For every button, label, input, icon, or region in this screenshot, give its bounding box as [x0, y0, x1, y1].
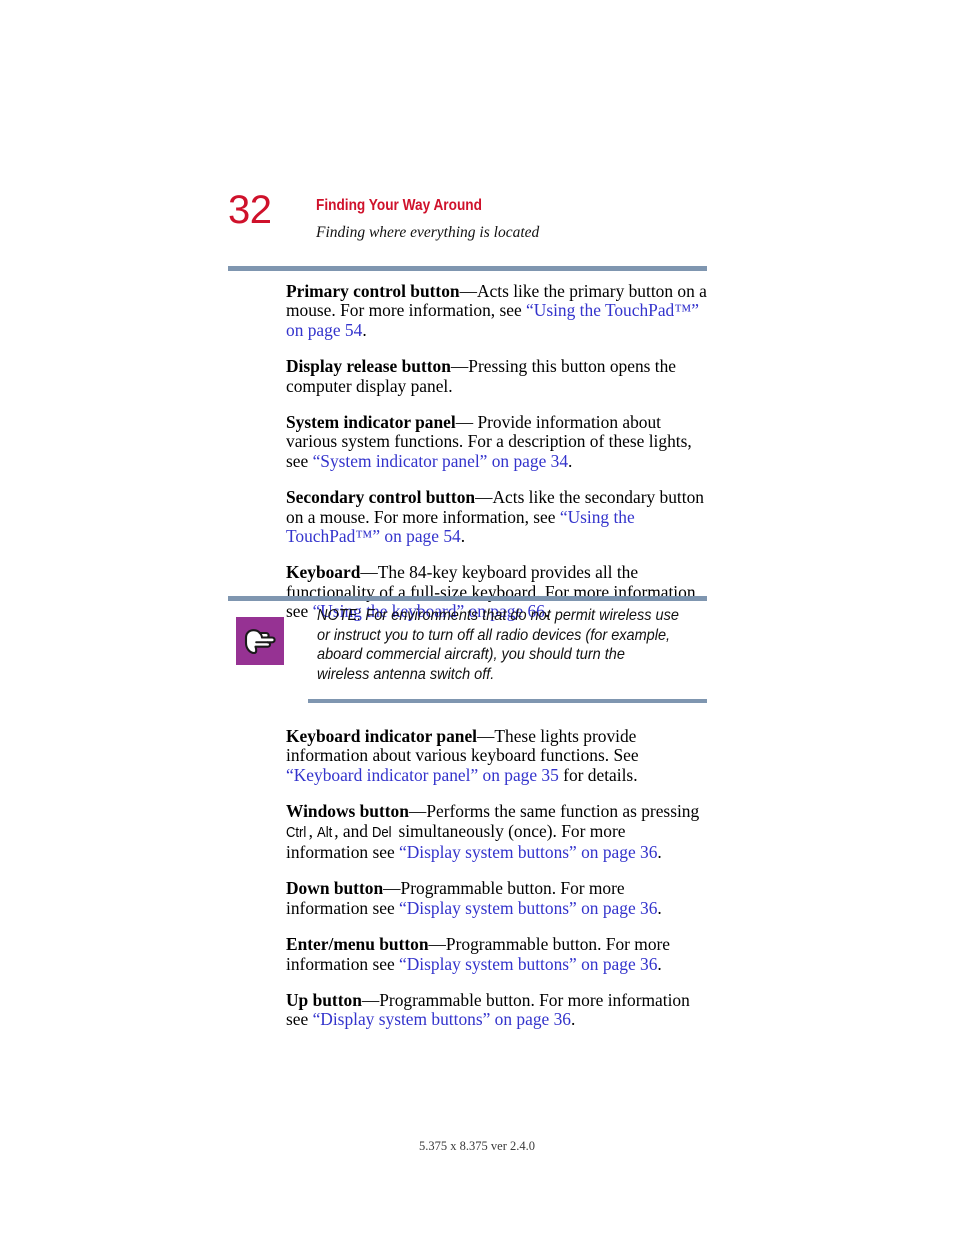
body-text-upper: Primary control button—Acts like the pri…: [286, 281, 708, 622]
paragraph-system-indicator-panel: System indicator panel— Provide informat…: [286, 412, 708, 471]
paragraph-text-tail: .: [460, 526, 466, 547]
body-text-lower: Keyboard indicator panel—These lights pr…: [286, 726, 710, 1030]
paragraph-secondary-control-button: Secondary control button—Acts like the s…: [286, 487, 708, 547]
page-footer: 5.375 x 8.375 ver 2.4.0: [419, 1139, 535, 1153]
term-label: System indicator panel: [286, 412, 456, 433]
cross-reference-link[interactable]: “Display system buttons” on page 36: [399, 842, 657, 862]
paragraph-primary-control-button: Primary control button—Acts like the pri…: [286, 281, 708, 340]
section-subtitle: Finding where everything is located: [316, 224, 540, 241]
cross-reference-link[interactable]: “System indicator panel” on page 34: [313, 451, 568, 471]
cross-reference-link[interactable]: “Display system buttons” on page 36: [313, 1009, 571, 1029]
paragraph-text: —Performs the same function as pressing: [408, 801, 700, 822]
running-header: 32 Finding Your Way Around Finding where…: [228, 188, 708, 252]
term-label: Secondary control button: [286, 487, 476, 508]
paragraph-text-tail: .: [657, 897, 662, 918]
paragraph-enter-menu-button: Enter/menu button—Programmable button. F…: [286, 934, 710, 974]
paragraph-text-tail: .: [657, 842, 662, 863]
paragraph-text-tail: for details.: [558, 764, 638, 785]
term-label: Enter/menu button: [286, 934, 429, 955]
pointing-hand-icon: [236, 617, 284, 665]
paragraph-keyboard-indicator-panel: Keyboard indicator panel—These lights pr…: [286, 726, 710, 785]
note-text: NOTE: For environments that do not permi…: [317, 607, 679, 683]
paragraph-text: , and: [334, 820, 373, 841]
keycap-alt: Alt: [317, 824, 333, 841]
paragraph-windows-button: Windows button—Performs the same functio…: [286, 802, 710, 862]
header-divider-rule: [228, 266, 707, 271]
note-top-rule: [228, 596, 707, 601]
paragraph-text-tail: .: [570, 1009, 576, 1030]
term-label: Primary control button: [286, 281, 460, 301]
cross-reference-link[interactable]: “Display system buttons” on page 36: [399, 898, 657, 918]
paragraph-text-tail: .: [362, 319, 367, 340]
note-callout: NOTE: For environments that do not permi…: [228, 606, 707, 696]
header-titles: Finding Your Way Around Finding where ev…: [316, 196, 539, 242]
chapter-title: Finding Your Way Around: [316, 197, 482, 214]
term-label: Down button: [286, 878, 384, 899]
term-label: Display release button: [286, 356, 451, 377]
term-label: Keyboard indicator panel: [286, 726, 477, 746]
paragraph-text: ,: [308, 820, 318, 841]
page-number: 32: [228, 188, 272, 232]
term-label: Up button: [286, 990, 362, 1011]
paragraph-down-button: Down button—Programmable button. For mor…: [286, 879, 710, 918]
paragraph-display-release-button: Display release button—Pressing this but…: [286, 356, 708, 396]
term-label: Keyboard: [286, 562, 361, 583]
paragraph-text-tail: .: [568, 450, 573, 471]
paragraph-up-button: Up button—Programmable button. For more …: [286, 990, 710, 1030]
document-page: 32 Finding Your Way Around Finding where…: [0, 0, 954, 1235]
note-bottom-rule: [308, 699, 707, 703]
cross-reference-link[interactable]: “Keyboard indicator panel” on page 35: [286, 765, 559, 785]
keycap-del: Del: [372, 824, 392, 841]
keycap-ctrl: Ctrl: [286, 824, 307, 841]
cross-reference-link[interactable]: “Display system buttons” on page 36: [399, 954, 657, 974]
paragraph-text-tail: .: [657, 953, 662, 974]
term-label: Windows button: [286, 801, 409, 822]
